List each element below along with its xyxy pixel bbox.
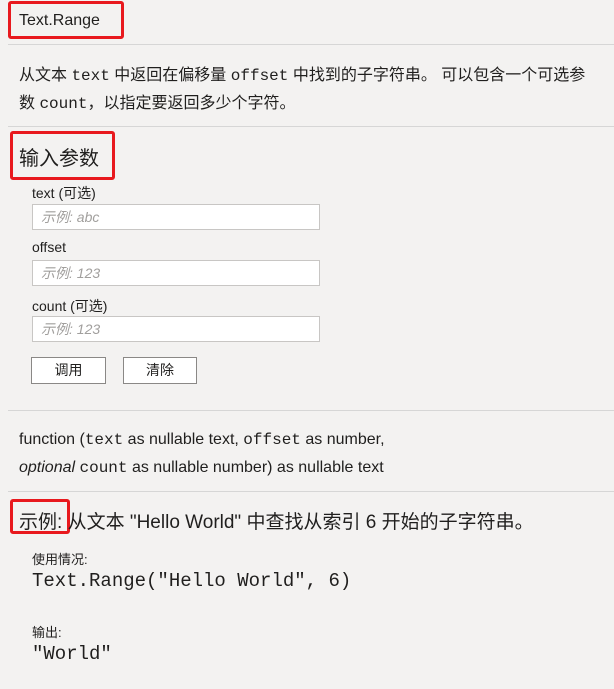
page-title: Text.Range (19, 12, 100, 29)
text-param-input[interactable]: 示例: abc (32, 204, 320, 230)
example-description: 从文本 "Hello World" 中查找从索引 6 开始的子字符串。 (67, 512, 534, 533)
output-code: "World" (32, 643, 112, 665)
desc-text: 中返回在偏移量 (109, 67, 231, 84)
text-param-label: text (可选) (32, 185, 96, 201)
usage-label: 使用情况: (32, 552, 88, 567)
sig-arg-offset: offset (243, 431, 301, 449)
sig-text: as nullable number) as nullable text (127, 459, 384, 476)
usage-code: Text.Range("Hello World", 6) (32, 570, 352, 592)
divider (8, 410, 614, 411)
desc-code-count: count (39, 95, 88, 113)
clear-button[interactable]: 清除 (123, 357, 197, 384)
sig-arg-count: count (79, 459, 128, 477)
sig-text: as number, (300, 431, 385, 448)
desc-code-offset: offset (230, 67, 289, 85)
function-description: 从文本 text 中返回在偏移量 offset 中找到的子字符串。 可以包含一个… (19, 62, 599, 118)
example-label: 示例: (19, 512, 63, 533)
desc-text: ，以指定要返回多少个字符。 (87, 95, 296, 112)
count-param-label: count (可选) (32, 298, 108, 314)
count-param-input[interactable]: 示例: 123 (32, 316, 320, 342)
offset-param-input[interactable]: 示例: 123 (32, 260, 320, 286)
sig-arg-text: text (84, 431, 124, 449)
function-signature: function (text as nullable text, offset … (19, 426, 609, 482)
divider (8, 44, 614, 45)
sig-text: function ( (19, 431, 85, 448)
sig-text: as nullable text, (123, 431, 244, 448)
sig-optional: optional (19, 459, 76, 476)
divider (8, 126, 614, 127)
desc-text: 从文本 (19, 67, 72, 84)
offset-param-label: offset (32, 239, 66, 255)
output-label: 输出: (32, 625, 62, 640)
example-heading: 示例: 从文本 "Hello World" 中查找从索引 6 开始的子字符串。 (19, 507, 534, 534)
divider (8, 491, 614, 492)
invoke-button[interactable]: 调用 (31, 357, 106, 384)
desc-code-text: text (71, 67, 110, 85)
params-heading: 输入参数 (19, 148, 99, 170)
